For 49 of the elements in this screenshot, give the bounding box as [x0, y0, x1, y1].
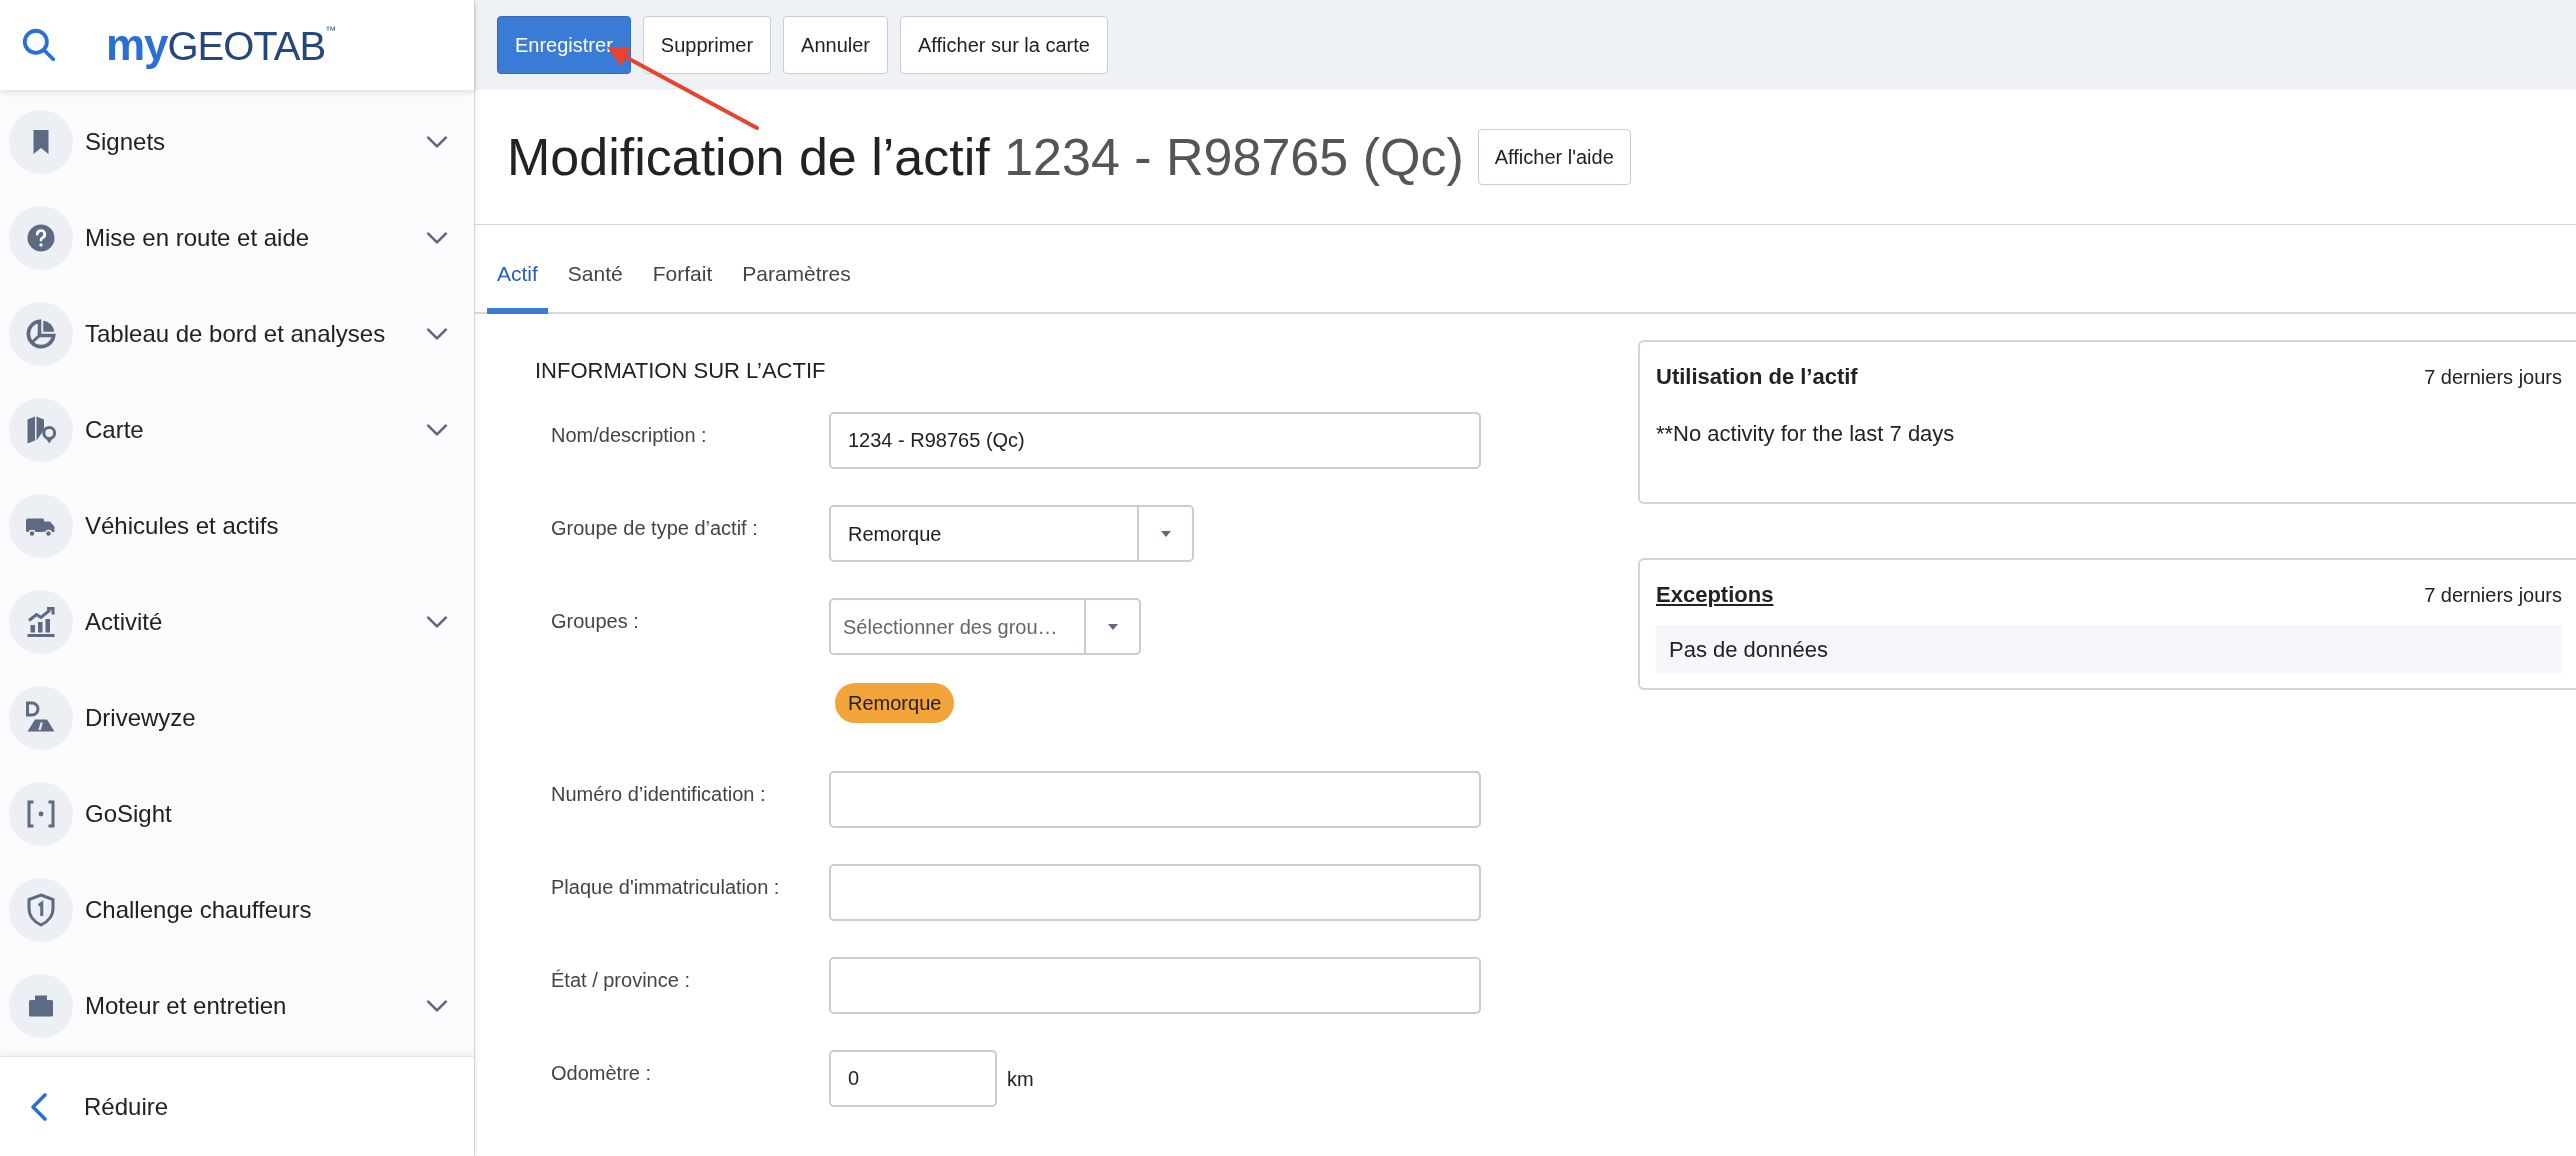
caret-down-icon: [1159, 529, 1172, 538]
text-field[interactable]: [829, 957, 1481, 1014]
panel-title: Utilisation de l’actif: [1656, 363, 1858, 391]
page-title: Modification de l’actif 1234 - R98765 (Qc): [507, 127, 1464, 188]
nav-item[interactable]: Carte: [0, 382, 474, 478]
tab[interactable]: Forfait: [642, 254, 723, 314]
select-field[interactable]: Sélectionner des grou…: [829, 598, 1141, 655]
field-label: Nom/description :: [550, 423, 708, 448]
collapse-button[interactable]: Réduire: [0, 1057, 474, 1156]
odometer-field[interactable]: 0: [829, 1050, 997, 1107]
help-button[interactable]: Afficher l'aide: [1477, 129, 1631, 185]
field-label: État / province :: [550, 968, 691, 993]
field-label: Groupe de type d’actif :: [550, 516, 759, 541]
period-label: 7 derniers jours: [2424, 364, 2562, 390]
text-field[interactable]: [829, 864, 1481, 921]
nav-item[interactable]: Mise en route et aide: [0, 190, 474, 286]
chevron-left-icon: [28, 1091, 50, 1122]
nav-item[interactable]: Activité: [0, 574, 474, 670]
field-label: Odomètre :: [550, 1061, 653, 1086]
empty-row: Pas de données: [1656, 625, 2562, 674]
period-label: 7 derniers jours: [2424, 582, 2562, 608]
logo: myGEOTAB™: [106, 23, 337, 67]
caret-down-icon: [1106, 622, 1119, 631]
select-field[interactable]: Remorque: [829, 505, 1194, 562]
tab[interactable]: Paramètres: [732, 254, 861, 314]
field-label: Numéro d’identification :: [550, 782, 767, 807]
nav-item[interactable]: Moteur et entretien: [0, 958, 474, 1054]
nav-item[interactable]: Signets: [0, 94, 474, 190]
toolbar-button[interactable]: Supprimer: [642, 16, 772, 74]
nav-item[interactable]: Véhicules et actifs: [0, 478, 474, 574]
section-heading: INFORMATION SUR L’ACTIF: [535, 357, 827, 385]
panel-title[interactable]: Exceptions: [1656, 578, 1774, 611]
toolbar-button[interactable]: Afficher sur la carte: [900, 16, 1108, 74]
nav-item[interactable]: Drivewyze: [0, 670, 474, 766]
toolbar-button[interactable]: Annuler: [783, 16, 888, 74]
field-label: Groupes :: [550, 609, 640, 634]
field-label: Plaque d'immatriculation :: [550, 875, 781, 900]
tab[interactable]: Actif: [487, 254, 548, 314]
text-field[interactable]: [829, 771, 1481, 828]
tab[interactable]: Santé: [557, 254, 633, 314]
group-tag: Remorque: [835, 683, 955, 723]
unit-label: km: [1007, 1066, 1034, 1092]
nav-item[interactable]: Challenge chauffeurs: [0, 862, 474, 958]
nav-item[interactable]: GoSight: [0, 766, 474, 862]
save-button[interactable]: Enregistrer: [497, 16, 631, 74]
text-field[interactable]: 1234 - R98765 (Qc): [829, 412, 1481, 469]
nav-item[interactable]: Tableau de bord et analyses: [0, 286, 474, 382]
panel-message: **No activity for the last 7 days: [1656, 420, 1956, 448]
search-icon[interactable]: [20, 26, 58, 64]
